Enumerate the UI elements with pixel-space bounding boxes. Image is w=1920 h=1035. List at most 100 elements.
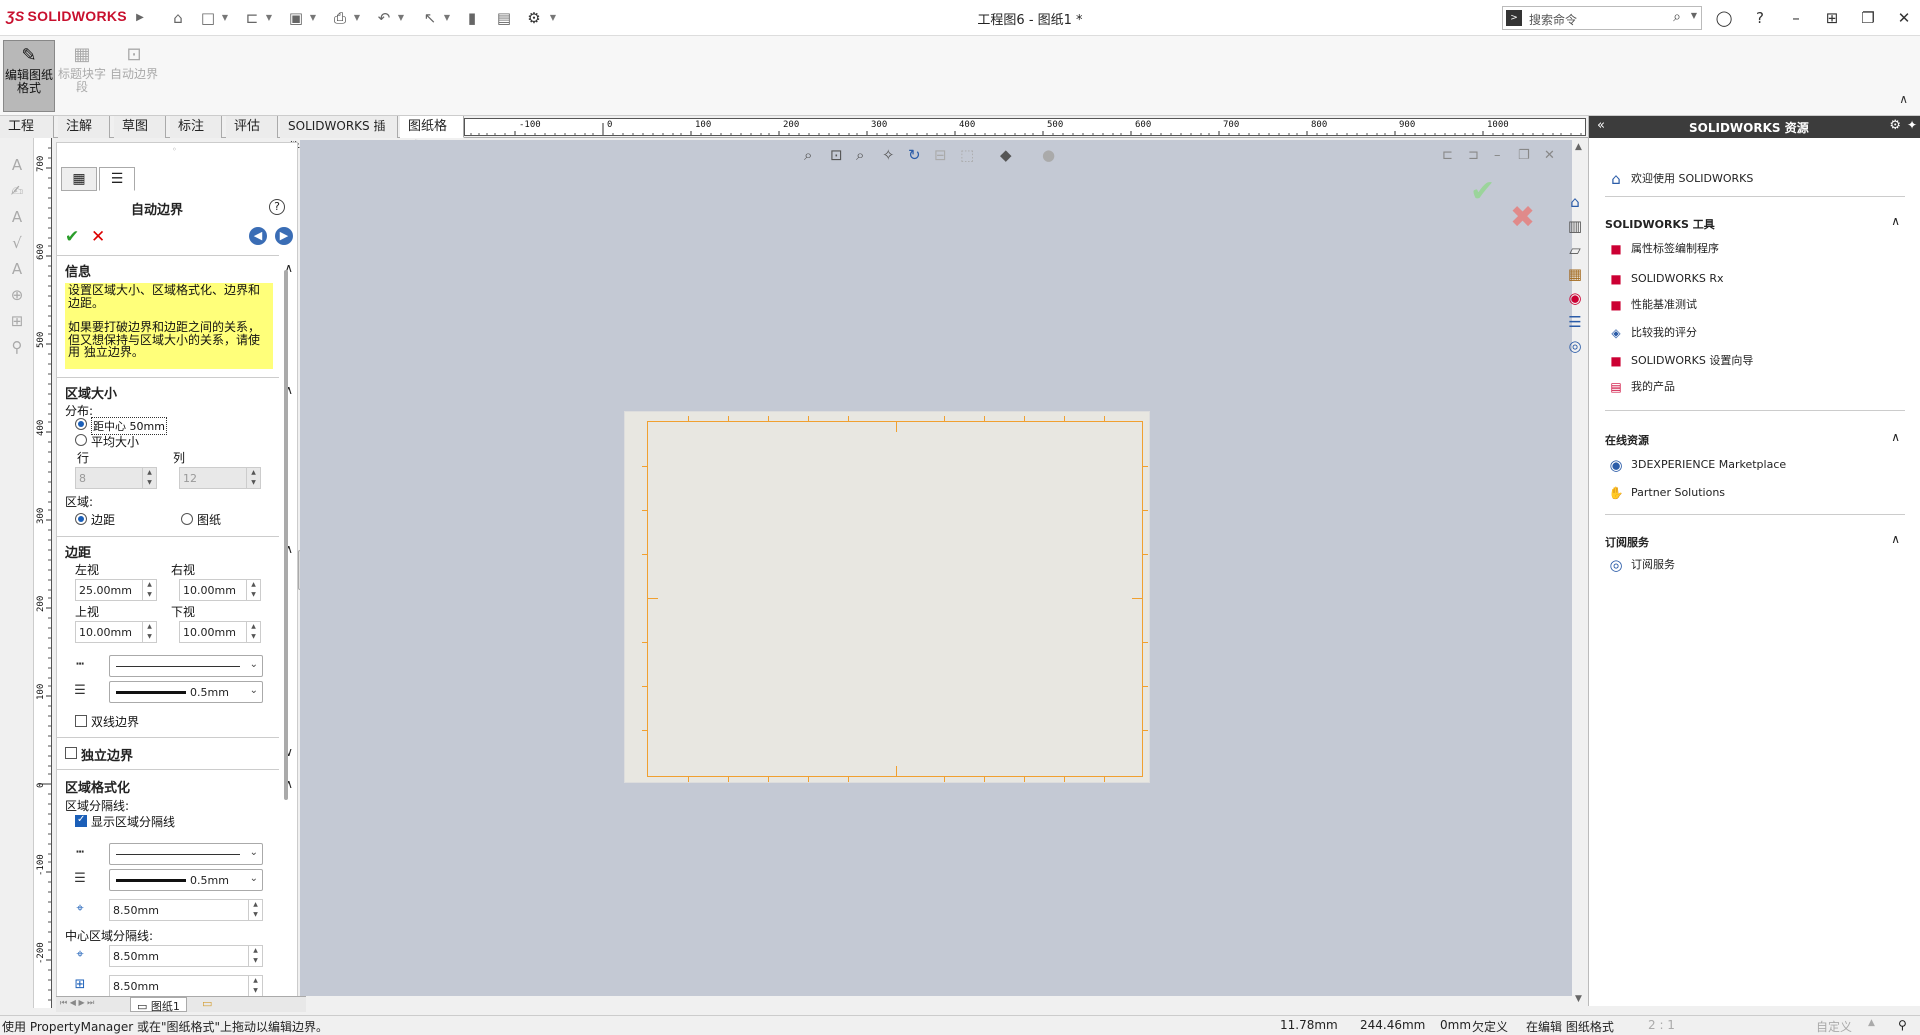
status-units[interactable]: 自定义 bbox=[1816, 1018, 1852, 1035]
drawing-sheet[interactable] bbox=[624, 411, 1150, 783]
view-orientation-icon[interactable]: ⬚ bbox=[960, 146, 974, 164]
close-icon[interactable]: ✕ bbox=[1893, 7, 1915, 29]
pin-icon[interactable]: ✦ bbox=[1907, 118, 1917, 132]
cancel-button[interactable]: ✕ bbox=[91, 227, 105, 247]
design-library-icon[interactable]: ▥ bbox=[1565, 216, 1585, 236]
home-icon[interactable]: ⌂ bbox=[1565, 192, 1585, 212]
file-explorer-icon[interactable]: ▱ bbox=[1565, 240, 1585, 260]
divider-size-stepper[interactable]: 8.50mm ▲ ▼ bbox=[109, 899, 263, 921]
option-sheet-label[interactable]: 图纸 bbox=[197, 511, 221, 528]
tab-annotation[interactable]: 注解 bbox=[58, 116, 110, 138]
show-zone-dividers-label[interactable]: 显示区域分隔线 bbox=[91, 813, 175, 830]
hole-callout-icon[interactable]: ⊕ bbox=[7, 286, 27, 306]
section-view-icon[interactable]: ⊟ bbox=[934, 146, 947, 164]
new-dropdown-icon[interactable]: ▼ bbox=[220, 8, 230, 28]
collapse-left-icon[interactable]: « bbox=[1597, 118, 1605, 133]
zone-size-header[interactable]: 区域大小 bbox=[65, 383, 117, 402]
weld-symbol-icon[interactable]: A bbox=[7, 260, 27, 280]
panel-grip-icon[interactable]: ◦ bbox=[172, 145, 177, 154]
gear-icon[interactable]: ⚙ bbox=[1889, 118, 1901, 133]
tool-link[interactable]: ■ SOLIDWORKS Rx bbox=[1607, 270, 1723, 288]
tool-link[interactable]: ◈ 比较我的评分 bbox=[1607, 324, 1697, 342]
home-icon[interactable]: ⌂ bbox=[168, 8, 188, 28]
divider-thickness-select[interactable]: 0.5mm ⌄ bbox=[109, 869, 263, 891]
undo-dropdown-icon[interactable]: ▼ bbox=[396, 8, 406, 28]
tool-link[interactable]: ■ 性能基准测试 bbox=[1607, 296, 1697, 314]
units-dropdown-icon[interactable]: ▲ bbox=[1868, 1018, 1875, 1028]
tab-addins[interactable]: SOLIDWORKS 插件 bbox=[280, 116, 398, 154]
zoom-area-icon[interactable]: ⊡ bbox=[830, 146, 843, 164]
minimize-icon[interactable]: – bbox=[1785, 7, 1807, 29]
zoom-fit-icon[interactable]: ⌕ bbox=[804, 146, 812, 164]
rows-stepper[interactable]: 8 ▲ ▼ bbox=[75, 467, 157, 489]
tool-link[interactable]: ▤ 我的产品 bbox=[1607, 378, 1675, 396]
open-icon[interactable]: ⊏ bbox=[242, 8, 262, 28]
top-margin-stepper[interactable]: 10.00mm ▲ ▼ bbox=[75, 621, 157, 643]
open-dropdown-icon[interactable]: ▼ bbox=[264, 8, 274, 28]
options-dropdown-icon[interactable]: ▼ bbox=[548, 8, 558, 28]
select-dropdown-icon[interactable]: ▼ bbox=[442, 8, 452, 28]
appearance-icon[interactable]: ● bbox=[1042, 146, 1055, 164]
radio-average-size[interactable] bbox=[75, 434, 87, 446]
left-margin-stepper[interactable]: 25.00mm ▲ ▼ bbox=[75, 579, 157, 601]
online-link[interactable]: ✋ Partner Solutions bbox=[1607, 484, 1726, 502]
radio-from-center[interactable] bbox=[75, 418, 87, 430]
tab-evaluate[interactable]: 评估 bbox=[226, 116, 278, 138]
collapse-icon[interactable]: ∧ bbox=[1891, 214, 1900, 228]
zoom-selection-icon[interactable]: ✧ bbox=[882, 146, 895, 164]
zoom-in-out-icon[interactable]: ⌕ bbox=[856, 146, 864, 164]
info-header[interactable]: 信息 bbox=[65, 261, 91, 280]
center-height-stepper[interactable]: 8.50mm ▲ ▼ bbox=[109, 975, 263, 997]
edit-sheet-format-button[interactable]: ✎ 编辑图纸格式 bbox=[3, 40, 55, 112]
viewport-restore-icon[interactable]: ❐ bbox=[1518, 148, 1530, 163]
save-dropdown-icon[interactable]: ▼ bbox=[308, 8, 318, 28]
split-view-right-icon[interactable]: ⊐ bbox=[1468, 148, 1479, 163]
divider-line-style-select[interactable]: ⌄ bbox=[109, 843, 263, 865]
tab-markup[interactable]: 标注 bbox=[170, 116, 222, 138]
viewport-minimize-icon[interactable]: – bbox=[1494, 148, 1501, 163]
tile-windows-icon[interactable]: ⊞ bbox=[1821, 7, 1843, 29]
undo-icon[interactable]: ↶ bbox=[374, 8, 394, 28]
new-document-icon[interactable]: □ bbox=[198, 8, 218, 28]
appearances-icon[interactable]: ◉ bbox=[1565, 288, 1585, 308]
solidworks-forum-icon[interactable]: ◎ bbox=[1565, 336, 1585, 356]
collapse-icon[interactable]: ∧ bbox=[1891, 532, 1900, 546]
collapse-icon[interactable]: ∧ bbox=[1891, 430, 1900, 444]
rotate-icon[interactable]: ↻ bbox=[908, 146, 921, 164]
file-properties-icon[interactable]: ▤ bbox=[494, 8, 514, 28]
independent-border-checkbox[interactable] bbox=[65, 747, 77, 759]
text-icon[interactable]: A bbox=[7, 208, 27, 228]
double-border-checkbox[interactable] bbox=[75, 715, 87, 727]
previous-icon[interactable]: ◀ bbox=[249, 227, 267, 245]
print-dropdown-icon[interactable]: ▼ bbox=[352, 8, 362, 28]
tool-link[interactable]: ■ 属性标签编制程序 bbox=[1607, 240, 1719, 258]
custom-properties-icon[interactable]: ☰ bbox=[1565, 312, 1585, 332]
save-icon[interactable]: ▣ bbox=[286, 8, 306, 28]
online-link[interactable]: ◉ 3DEXPERIENCE Marketplace bbox=[1607, 456, 1786, 474]
search-input[interactable]: 搜索命令 bbox=[1529, 11, 1577, 28]
solidworks-logo[interactable]: ƷS SOLIDWORKS bbox=[6, 8, 127, 24]
subscription-link[interactable]: ◎ 订阅服务 bbox=[1607, 556, 1675, 574]
collapse-ribbon-icon[interactable]: ∧ bbox=[1899, 92, 1908, 106]
right-margin-stepper[interactable]: 10.00mm ▲ ▼ bbox=[179, 579, 261, 601]
double-border-label[interactable]: 双线边界 bbox=[91, 713, 139, 730]
tab-sheet-format[interactable]: 图纸格式 bbox=[400, 116, 464, 155]
sheet-border[interactable] bbox=[642, 416, 1148, 782]
rebuild-icon[interactable]: ▮ bbox=[462, 8, 482, 28]
tab-drawing[interactable]: 工程图 bbox=[0, 116, 54, 155]
pm-scrollbar[interactable] bbox=[284, 270, 288, 800]
help-icon[interactable]: ? bbox=[269, 199, 285, 215]
expand-menu-icon[interactable]: ▶ bbox=[130, 8, 150, 28]
hide-show-icon[interactable]: ◆ bbox=[1000, 146, 1012, 164]
sheet-tab[interactable]: ▭ 图纸1 bbox=[130, 997, 187, 1013]
balloon-icon[interactable]: ✍ bbox=[7, 182, 27, 202]
user-account-icon[interactable]: ◯ bbox=[1713, 7, 1735, 29]
view-palette-icon[interactable]: ▦ bbox=[1565, 264, 1585, 284]
help-icon[interactable]: ? bbox=[1749, 7, 1771, 29]
confirm-corner-cancel-icon[interactable]: ✖ bbox=[1510, 200, 1535, 235]
search-icon[interactable]: ⌕ bbox=[1673, 9, 1681, 25]
bottom-margin-stepper[interactable]: 10.00mm ▲ ▼ bbox=[179, 621, 261, 643]
print-icon[interactable]: ⎙ bbox=[330, 8, 350, 28]
radio-sheet[interactable] bbox=[181, 513, 193, 525]
horizontal-scrollbar[interactable] bbox=[812, 998, 1572, 1012]
